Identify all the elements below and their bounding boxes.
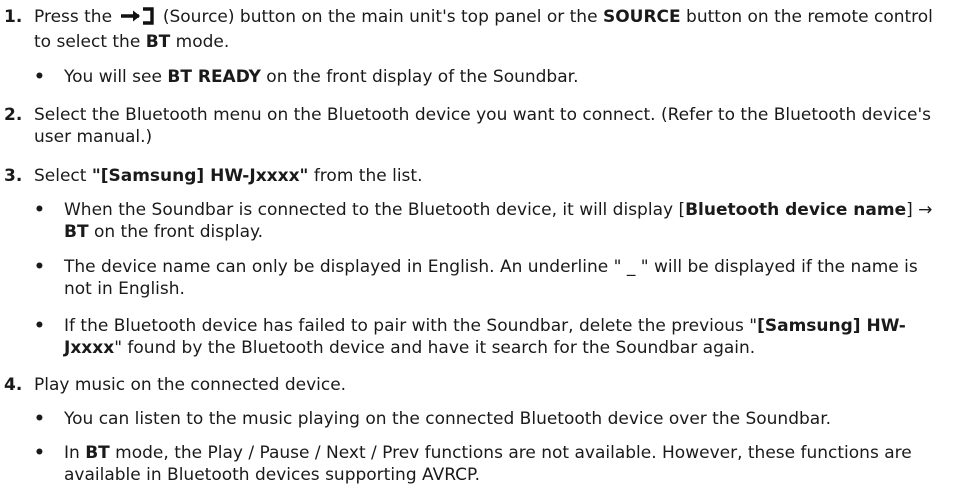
instruction-document: 1. Press the (Source) button on the main… — [0, 0, 961, 489]
bullet-dot: • — [34, 257, 45, 277]
source-icon — [119, 7, 155, 31]
bullet-dot: • — [34, 409, 45, 429]
step-text: Select the Bluetooth menu on the Bluetoo… — [34, 105, 932, 147]
bullet-dot: • — [34, 316, 45, 336]
step-text: Press the (Source) button on the main un… — [34, 7, 933, 52]
bullet-dot: • — [34, 67, 45, 87]
bullet-text: In BT mode, the Play / Pause / Next / Pr… — [64, 443, 912, 485]
bullet-dot: • — [34, 443, 45, 463]
step-number: 1. — [4, 7, 23, 27]
bullet-text: You can listen to the music playing on t… — [64, 409, 832, 429]
step-text: Select "[Samsung] HW-Jxxxx" from the lis… — [34, 166, 423, 186]
step-text: Play music on the connected device. — [34, 375, 347, 395]
bullet-dot: • — [34, 200, 45, 220]
bullet-text: When the Soundbar is connected to the Bl… — [64, 200, 933, 242]
bullet-text: You will see BT READY on the front displ… — [64, 67, 579, 87]
bullet-text: The device name can only be displayed in… — [64, 257, 918, 299]
bullet-text: If the Bluetooth device has failed to pa… — [64, 316, 906, 358]
step-number: 3. — [4, 166, 23, 186]
step-number: 2. — [4, 105, 23, 125]
step-number: 4. — [4, 375, 23, 395]
